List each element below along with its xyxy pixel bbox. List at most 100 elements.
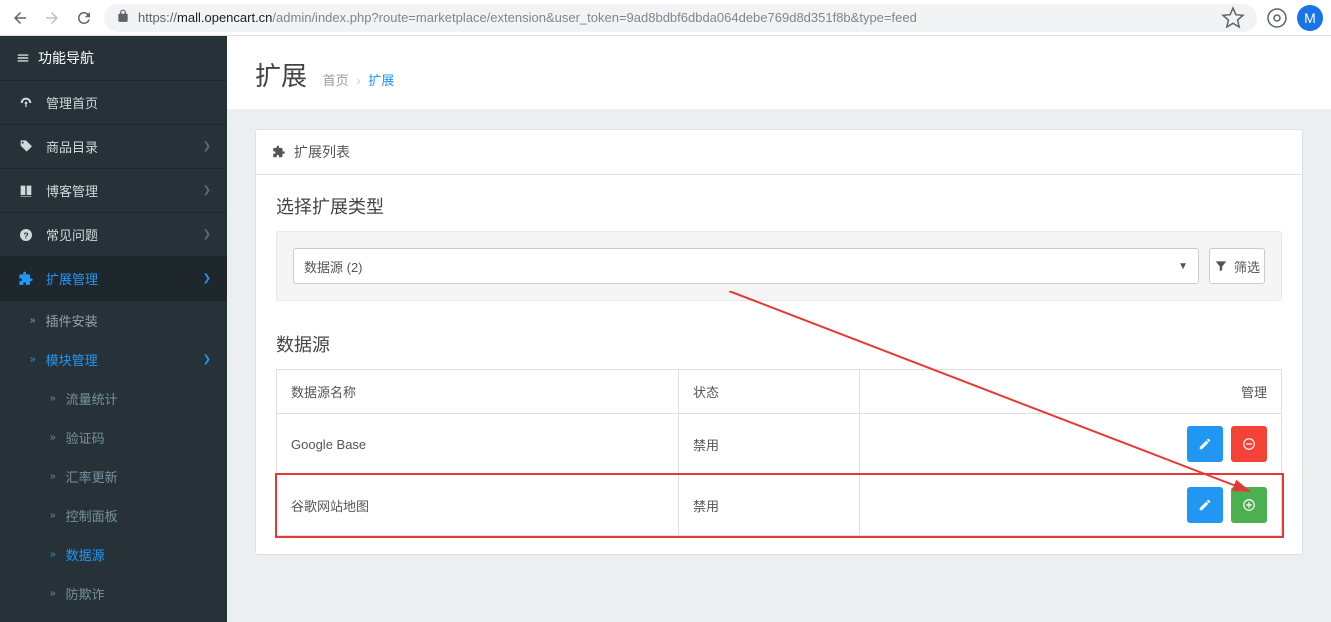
puzzle-icon (272, 145, 286, 159)
sidebar: 功能导航 管理首页 商品目录 ❯ 博客管理 ❯ ? 常见问题 ❯ 扩展管理 ❯ … (0, 36, 227, 622)
col-status: 状态 (679, 370, 860, 414)
sidebar-sub-installer[interactable]: » 插件安装 (0, 301, 227, 340)
sidebar-subsub-label: 数据源 (66, 545, 105, 564)
question-icon: ? (16, 227, 36, 243)
sidebar-subsub-menu[interactable]: »导航菜单 (0, 613, 227, 622)
main-content: 扩展 首页 › 扩展 扩展列表 选择扩展类型 数据源 (2) ▼ (227, 36, 1331, 622)
sidebar-subsub-currency[interactable]: » 汇率更新 (0, 457, 227, 496)
sidebar-subsub-fraud[interactable]: » 防欺诈 (0, 574, 227, 613)
sidebar-item-label: 商品目录 (46, 137, 98, 156)
sidebar-item-blog[interactable]: 博客管理 ❯ (0, 169, 227, 213)
table-row: Google Base 禁用 (277, 414, 1282, 475)
edit-button[interactable] (1187, 426, 1223, 462)
caret-down-icon: ▼ (1178, 261, 1188, 272)
sidebar-subsub-label: 验证码 (66, 428, 105, 447)
filter-button[interactable]: 筛选 (1209, 248, 1265, 284)
feed-table: 数据源名称 状态 管理 Google Base 禁用 (276, 369, 1282, 536)
edit-button[interactable] (1187, 487, 1223, 523)
sidebar-item-label: 常见问题 (46, 225, 98, 244)
extension-type-select[interactable]: 数据源 (2) ▼ (293, 248, 1199, 284)
bullet-icon: » (50, 432, 56, 443)
sidebar-header-label: 功能导航 (38, 48, 94, 68)
extensions-icon[interactable] (1265, 6, 1289, 30)
sidebar-subsub-label: 汇率更新 (66, 467, 118, 486)
col-action: 管理 (859, 370, 1281, 414)
bullet-icon: » (50, 471, 56, 482)
table-section-title: 数据源 (276, 331, 1282, 357)
url-text: https://mall.opencart.cn/admin/index.php… (138, 10, 1213, 25)
col-name: 数据源名称 (277, 370, 679, 414)
book-icon (16, 183, 36, 199)
install-button[interactable] (1231, 487, 1267, 523)
pencil-icon (1198, 437, 1212, 451)
table-header-row: 数据源名称 状态 管理 (277, 370, 1282, 414)
sidebar-subsub-dashboard[interactable]: » 控制面板 (0, 496, 227, 535)
sidebar-item-label: 扩展管理 (46, 269, 98, 288)
breadcrumb-sep: › (356, 73, 360, 88)
panel-title: 扩展列表 (294, 142, 350, 162)
tag-icon (16, 139, 36, 155)
breadcrumb: 首页 › 扩展 (323, 70, 395, 89)
browser-toolbar: https://mall.opencart.cn/admin/index.php… (0, 0, 1331, 36)
sidebar-item-label: 管理首页 (46, 93, 98, 112)
chevron-right-icon: ❯ (203, 273, 211, 284)
cell-name: Google Base (277, 414, 679, 475)
menu-icon (16, 51, 30, 65)
dashboard-icon (16, 95, 36, 111)
bullet-icon: » (50, 510, 56, 521)
sidebar-item-label: 博客管理 (46, 181, 98, 200)
filter-well: 数据源 (2) ▼ 筛选 (276, 231, 1282, 301)
sidebar-item-dashboard[interactable]: 管理首页 (0, 81, 227, 125)
chevron-right-icon: ❯ (203, 229, 211, 240)
sidebar-header: 功能导航 (0, 36, 227, 81)
bullet-icon: » (50, 393, 56, 404)
sidebar-sub-modules[interactable]: » 模块管理 ❯ (0, 340, 227, 379)
filter-icon (1214, 259, 1228, 273)
cell-status: 禁用 (679, 414, 860, 475)
reload-button[interactable] (72, 6, 96, 30)
sidebar-subsub-label: 流量统计 (66, 389, 118, 408)
extension-panel: 扩展列表 选择扩展类型 数据源 (2) ▼ 筛选 数据源 (255, 129, 1303, 555)
address-bar[interactable]: https://mall.opencart.cn/admin/index.php… (104, 4, 1257, 32)
back-button[interactable] (8, 6, 32, 30)
delete-button[interactable] (1231, 426, 1267, 462)
lock-icon (116, 9, 130, 26)
sidebar-subsub-label: 控制面板 (66, 506, 118, 525)
select-value: 数据源 (2) (304, 257, 363, 276)
svg-text:?: ? (23, 230, 28, 240)
minus-icon (1242, 437, 1256, 451)
profile-avatar[interactable]: M (1297, 5, 1323, 31)
forward-button[interactable] (40, 6, 64, 30)
cell-name: 谷歌网站地图 (277, 475, 679, 536)
chevron-right-icon: ❯ (203, 141, 211, 152)
sidebar-item-extensions[interactable]: 扩展管理 ❯ (0, 257, 227, 301)
bullet-icon: » (50, 549, 56, 560)
select-section-title: 选择扩展类型 (276, 193, 1282, 219)
sidebar-sub-label: 插件安装 (46, 311, 98, 330)
cell-actions (859, 414, 1281, 475)
sidebar-subsub-feed[interactable]: » 数据源 (0, 535, 227, 574)
table-row: 谷歌网站地图 禁用 (277, 475, 1282, 536)
breadcrumb-current[interactable]: 扩展 (368, 73, 394, 88)
sidebar-subsub-analytics[interactable]: » 流量统计 (0, 379, 227, 418)
bullet-icon: » (30, 354, 36, 365)
bullet-icon: » (30, 315, 36, 326)
bullet-icon: » (50, 588, 56, 599)
sidebar-item-catalog[interactable]: 商品目录 ❯ (0, 125, 227, 169)
panel-header: 扩展列表 (256, 130, 1302, 175)
cell-status: 禁用 (679, 475, 860, 536)
puzzle-icon (16, 271, 36, 287)
sidebar-subsub-label: 防欺诈 (66, 584, 105, 603)
breadcrumb-home[interactable]: 首页 (323, 73, 349, 88)
sidebar-sub-label: 模块管理 (46, 350, 98, 369)
sidebar-item-faq[interactable]: ? 常见问题 ❯ (0, 213, 227, 257)
bookmark-star-icon[interactable] (1221, 6, 1245, 30)
page-header: 扩展 首页 › 扩展 (227, 36, 1331, 109)
chevron-right-icon: ❯ (203, 185, 211, 196)
sidebar-subsub-captcha[interactable]: » 验证码 (0, 418, 227, 457)
cell-actions (859, 475, 1281, 536)
filter-label: 筛选 (1234, 257, 1260, 276)
pencil-icon (1198, 498, 1212, 512)
plus-icon (1242, 498, 1256, 512)
page-title: 扩展 (255, 56, 307, 93)
